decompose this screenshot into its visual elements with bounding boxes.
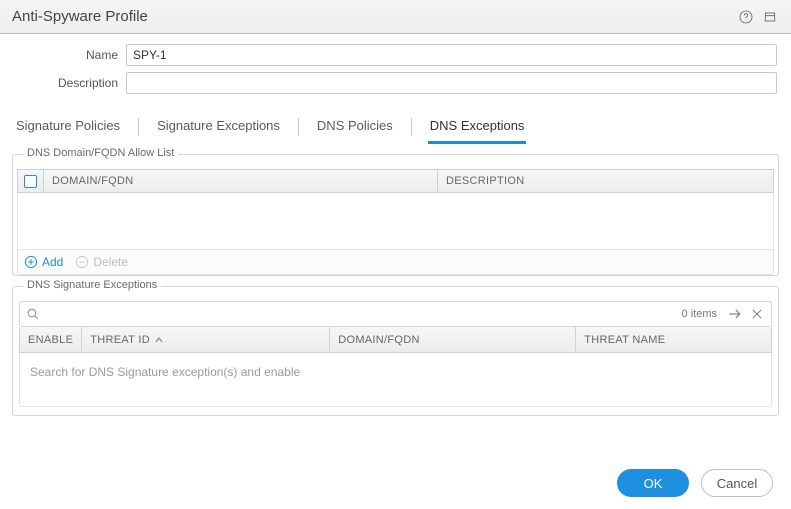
- column-description[interactable]: DESCRIPTION: [438, 170, 773, 192]
- help-icon[interactable]: [737, 8, 755, 26]
- allow-list-table: DOMAIN/FQDN DESCRIPTION Add Delete: [17, 169, 774, 275]
- delete-label: Delete: [93, 255, 128, 269]
- tab-dns-exceptions[interactable]: DNS Exceptions: [428, 110, 527, 143]
- allow-list-legend: DNS Domain/FQDN Allow List: [23, 147, 178, 159]
- column-domain[interactable]: DOMAIN/FQDN: [44, 170, 438, 192]
- description-label: Description: [14, 76, 126, 90]
- go-arrow-icon[interactable]: [727, 306, 743, 322]
- column-threat-name[interactable]: THREAT NAME: [576, 327, 771, 352]
- column-enable[interactable]: ENABLE: [20, 327, 82, 352]
- description-row: Description: [14, 72, 777, 94]
- description-input[interactable]: [126, 72, 777, 94]
- tabs: Signature Policies Signature Exceptions …: [0, 110, 791, 144]
- title-bar: Anti-Spyware Profile: [0, 0, 791, 34]
- select-all-checkbox[interactable]: [24, 175, 37, 188]
- delete-button: Delete: [75, 255, 128, 269]
- tab-signature-policies[interactable]: Signature Policies: [14, 110, 122, 143]
- clear-icon[interactable]: [749, 306, 765, 322]
- cancel-button[interactable]: Cancel: [701, 469, 773, 497]
- column-threat-id-label: THREAT ID: [90, 334, 150, 346]
- allow-list-footer: Add Delete: [17, 249, 774, 275]
- add-button[interactable]: Add: [24, 255, 63, 269]
- name-label: Name: [14, 48, 126, 62]
- sort-asc-icon: [154, 335, 164, 345]
- select-all-cell: [18, 170, 44, 192]
- tab-dns-policies[interactable]: DNS Policies: [315, 110, 395, 143]
- search-icon: [26, 307, 40, 321]
- minus-circle-icon: [75, 255, 89, 269]
- add-label: Add: [42, 255, 63, 269]
- tab-separator: [298, 118, 299, 136]
- form-area: Name Description: [0, 34, 791, 106]
- sig-exceptions-legend: DNS Signature Exceptions: [23, 279, 161, 291]
- sig-search-input[interactable]: [46, 303, 672, 325]
- tab-signature-exceptions[interactable]: Signature Exceptions: [155, 110, 282, 143]
- sig-table-body: Search for DNS Signature exception(s) an…: [19, 353, 772, 407]
- allow-list-body: [17, 193, 774, 249]
- button-bar: OK Cancel: [617, 469, 773, 497]
- allow-list-section: DNS Domain/FQDN Allow List DOMAIN/FQDN D…: [12, 154, 779, 276]
- plus-circle-icon: [24, 255, 38, 269]
- name-input[interactable]: [126, 44, 777, 66]
- sig-exceptions-section: DNS Signature Exceptions 0 items ENABLE …: [12, 286, 779, 416]
- column-domain-fqdn[interactable]: DOMAIN/FQDN: [330, 327, 576, 352]
- allow-list-header: DOMAIN/FQDN DESCRIPTION: [17, 169, 774, 193]
- tab-separator: [411, 118, 412, 136]
- name-row: Name: [14, 44, 777, 66]
- tab-separator: [138, 118, 139, 136]
- sig-table-header: ENABLE THREAT ID DOMAIN/FQDN THREAT NAME: [19, 327, 772, 353]
- ok-button[interactable]: OK: [617, 469, 689, 497]
- sig-search-row: 0 items: [19, 301, 772, 327]
- items-count: 0 items: [678, 308, 721, 320]
- window-title: Anti-Spyware Profile: [12, 8, 731, 25]
- window-mode-icon[interactable]: [761, 8, 779, 26]
- column-threat-id[interactable]: THREAT ID: [82, 327, 330, 352]
- sig-empty-text: Search for DNS Signature exception(s) an…: [30, 365, 300, 379]
